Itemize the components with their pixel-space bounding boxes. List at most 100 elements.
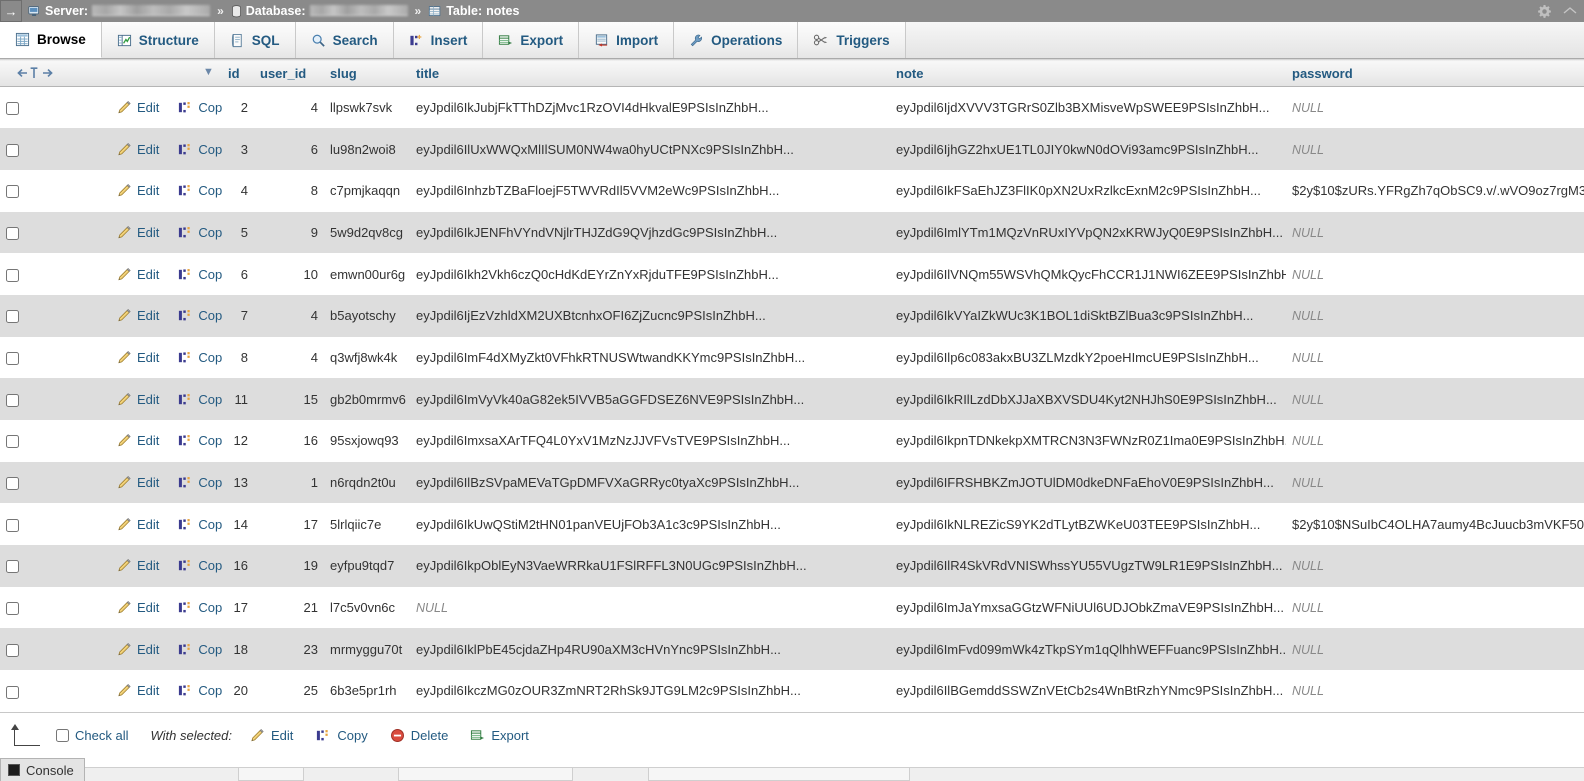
chevron-up-icon[interactable] — [1562, 4, 1578, 18]
cell-password[interactable]: NULL — [1286, 545, 1584, 587]
row-copy-button[interactable]: Copy — [177, 600, 222, 615]
cell-note[interactable]: eyJpdil6IlBGemddSSWZnVEtCb2s4WnBtRzhYNmc… — [890, 670, 1286, 712]
cell-title[interactable]: eyJpdil6Ikh2Vkh6czQ0cHdKdEYrZnYxRjduTFE9… — [410, 253, 890, 295]
cell-user_id[interactable]: 4 — [254, 86, 324, 129]
cell-note[interactable]: eyJpdil6ImFvd099mWk4zTkpSYm1qQlhhWEFFuan… — [890, 628, 1286, 671]
cell-password[interactable]: NULL — [1286, 253, 1584, 295]
row-copy-button[interactable]: Copy — [177, 142, 222, 157]
bulk-export-button[interactable]: Export — [470, 728, 529, 743]
cell-title[interactable]: eyJpdil6ImF4dXMyZkt0VFhkRTNUSWtwandKKYmc… — [410, 336, 890, 379]
cell-user_id[interactable]: 8 — [254, 169, 324, 212]
row-select-checkbox[interactable] — [6, 602, 19, 616]
cell-id[interactable]: 3 — [222, 128, 254, 170]
row-select-checkbox[interactable] — [6, 560, 19, 574]
tab-export[interactable]: Export — [483, 22, 580, 58]
sort-caret-icon[interactable]: ▼ — [203, 66, 214, 78]
cell-password[interactable]: NULL — [1286, 461, 1584, 504]
cell-password[interactable]: NULL — [1286, 336, 1584, 379]
bulk-delete-button[interactable]: Delete — [390, 728, 448, 743]
table-row[interactable]: EditCopyDelete121695sxjowq93eyJpdil6Imxs… — [0, 420, 1584, 462]
row-copy-button[interactable]: Copy — [177, 267, 222, 282]
cell-id[interactable]: 8 — [222, 336, 254, 379]
row-select-checkbox[interactable] — [6, 268, 19, 282]
table-row[interactable]: EditCopyDelete1721l7c5v0vn6cNULLeyJpdil6… — [0, 586, 1584, 629]
row-select-checkbox[interactable] — [6, 393, 19, 407]
row-select-cell[interactable] — [0, 378, 111, 420]
cell-slug[interactable]: l7c5v0vn6c — [324, 586, 410, 629]
table-row[interactable]: EditCopyDelete1619eyfpu9tqd7eyJpdil6IkpO… — [0, 545, 1584, 587]
cell-id[interactable]: 20 — [222, 670, 254, 712]
row-select-checkbox[interactable] — [6, 352, 19, 365]
tab-browse[interactable]: Browse — [0, 22, 102, 58]
cell-note[interactable]: eyJpdil6ImlYTm1MQzVnRUxIYVpQN2xKRWJyQ0E9… — [890, 211, 1286, 254]
cell-id[interactable]: 13 — [222, 461, 254, 504]
cell-slug[interactable]: 95sxjowq93 — [324, 420, 410, 462]
cell-user_id[interactable]: 4 — [254, 336, 324, 379]
table-row[interactable]: EditCopyDelete48c7pmjkaqqneyJpdil6InhzbT… — [0, 169, 1584, 212]
cell-slug[interactable]: 5w9d2qv8cg — [324, 211, 410, 254]
cell-note[interactable]: eyJpdil6IFRSHBKZmJOTUlDM0dkeDNFaEhoV0E9P… — [890, 461, 1286, 504]
cell-title[interactable]: eyJpdil6IkJENFhVYndVNjlrTHJZdG9QVjhzdGc9… — [410, 211, 890, 254]
row-select-checkbox[interactable] — [6, 685, 19, 699]
check-all-checkbox[interactable] — [56, 728, 69, 742]
tab-triggers[interactable]: Triggers — [798, 22, 906, 58]
row-select-cell[interactable] — [0, 461, 111, 504]
header-title[interactable]: title — [410, 59, 890, 87]
row-copy-button[interactable]: Copy — [177, 392, 222, 407]
cell-title[interactable]: eyJpdil6IlBzSVpaMEVaTGpDMFVXaGRRyc0tyaXc… — [410, 461, 890, 504]
tab-operations[interactable]: Operations — [674, 22, 799, 58]
row-edit-button[interactable]: Edit — [117, 642, 177, 657]
tab-sql[interactable]: SQL — [214, 22, 296, 58]
row-copy-button[interactable]: Copy — [177, 350, 222, 365]
row-select-checkbox[interactable] — [6, 143, 19, 157]
cell-slug[interactable]: 6b3e5pr1rh — [324, 670, 410, 712]
row-select-cell[interactable] — [0, 128, 111, 170]
row-copy-button[interactable]: Copy — [177, 558, 222, 573]
cell-slug[interactable]: mrmyggu70t — [324, 628, 410, 671]
cell-title[interactable]: eyJpdil6ImxsaXArTFQ4L0YxV1MzNzJJVFVsTVE9… — [410, 420, 890, 462]
row-copy-button[interactable]: Copy — [177, 642, 222, 657]
table-row[interactable]: EditCopyDelete131n6rqdn2t0ueyJpdil6IlBzS… — [0, 461, 1584, 504]
cell-id[interactable]: 12 — [222, 420, 254, 462]
table-row[interactable]: EditCopyDelete610emwn00ur6geyJpdil6Ikh2V… — [0, 253, 1584, 295]
row-edit-button[interactable]: Edit — [117, 517, 177, 532]
row-select-cell[interactable] — [0, 253, 111, 295]
cell-note[interactable]: eyJpdil6IlR4SkVRdVNISWhssYU55VUgzTW9LR1E… — [890, 545, 1286, 587]
row-select-checkbox[interactable] — [6, 435, 19, 449]
table-row[interactable]: EditCopyDelete84q3wfj8wk4keyJpdil6ImF4dX… — [0, 336, 1584, 379]
row-select-cell[interactable] — [0, 503, 111, 546]
row-edit-button[interactable]: Edit — [117, 225, 177, 240]
cell-slug[interactable]: lu98n2woi8 — [324, 128, 410, 170]
arrow-up-left-icon[interactable] — [11, 724, 42, 747]
row-edit-button[interactable]: Edit — [117, 558, 177, 573]
breadcrumb-back-arrow[interactable]: → — [0, 0, 22, 22]
header-password[interactable]: password — [1286, 59, 1584, 87]
row-copy-button[interactable]: Copy — [177, 225, 222, 240]
cell-id[interactable]: 18 — [222, 628, 254, 671]
cell-slug[interactable]: q3wfj8wk4k — [324, 336, 410, 379]
tab-import[interactable]: Import — [579, 22, 675, 58]
row-edit-button[interactable]: Edit — [117, 183, 177, 198]
cell-id[interactable]: 11 — [222, 378, 254, 420]
table-row[interactable]: EditCopyDelete36lu98n2woi8eyJpdil6IlUxWW… — [0, 128, 1584, 170]
cell-password[interactable]: NULL — [1286, 628, 1584, 671]
row-select-checkbox[interactable] — [6, 518, 19, 532]
cell-password[interactable]: NULL — [1286, 378, 1584, 420]
cell-title[interactable]: eyJpdil6InhzbTZBaFloejF5TWVRdIl5VVM2eWc9… — [410, 169, 890, 212]
cell-user_id[interactable]: 23 — [254, 628, 324, 671]
cell-title[interactable]: NULL — [410, 586, 890, 629]
cell-password[interactable]: $2y$10$NSuIbC4OLHA7aumy4BcJuucb3mVKF50ts… — [1286, 503, 1584, 546]
row-copy-button[interactable]: Copy — [177, 433, 222, 448]
header-slug[interactable]: slug — [324, 59, 410, 87]
row-select-cell[interactable] — [0, 545, 111, 587]
row-edit-button[interactable]: Edit — [117, 142, 177, 157]
cell-id[interactable]: 4 — [222, 169, 254, 212]
cell-user_id[interactable]: 9 — [254, 211, 324, 254]
cell-user_id[interactable]: 15 — [254, 378, 324, 420]
row-select-cell[interactable] — [0, 420, 111, 462]
row-select-cell[interactable] — [0, 670, 111, 712]
cell-title[interactable]: eyJpdil6IklPbE45cjdaZHp4RU90aXM3cHVnYnc9… — [410, 628, 890, 671]
cell-user_id[interactable]: 16 — [254, 420, 324, 462]
cell-slug[interactable]: eyfpu9tqd7 — [324, 545, 410, 587]
cell-slug[interactable]: llpswk7svk — [324, 86, 410, 129]
